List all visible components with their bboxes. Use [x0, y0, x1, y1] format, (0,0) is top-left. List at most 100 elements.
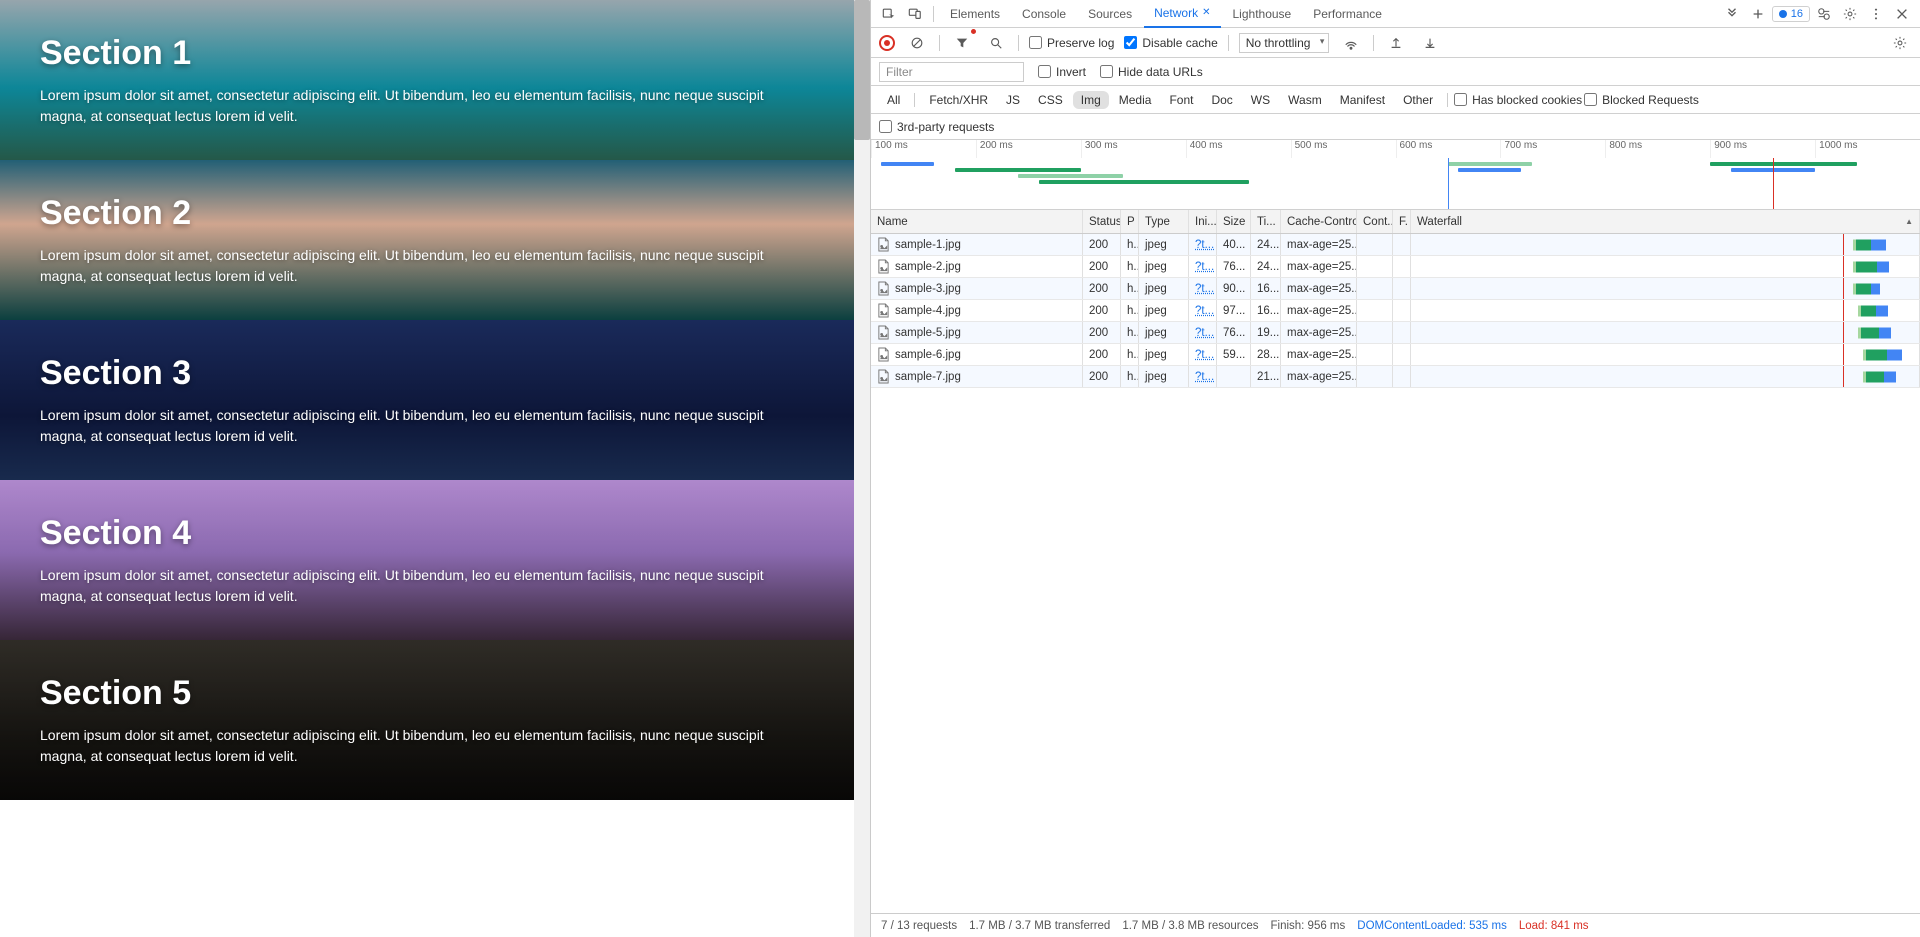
- cell-type: jpeg: [1139, 278, 1189, 299]
- table-row[interactable]: sample-7.jpg200h..jpeg?t...21...max-age=…: [871, 366, 1920, 388]
- inspect-element-icon[interactable]: [877, 2, 901, 26]
- cell-protocol: h..: [1121, 344, 1139, 365]
- table-row[interactable]: sample-5.jpg200h..jpeg?t...76...19...max…: [871, 322, 1920, 344]
- disable-cache-label: Disable cache: [1142, 36, 1217, 50]
- import-har-icon[interactable]: [1384, 31, 1408, 55]
- gear-icon[interactable]: [1838, 2, 1862, 26]
- network-conditions-icon[interactable]: [1339, 31, 1363, 55]
- col-time[interactable]: Ti...: [1251, 210, 1281, 233]
- close-devtools-icon[interactable]: [1890, 2, 1914, 26]
- type-font[interactable]: Font: [1161, 91, 1201, 109]
- type-doc[interactable]: Doc: [1203, 91, 1240, 109]
- overview-bar: [1710, 162, 1857, 166]
- type-other[interactable]: Other: [1395, 91, 1441, 109]
- table-header: Name Status P Type Ini... Size Ti... Cac…: [871, 210, 1920, 234]
- hide-data-urls-checkbox[interactable]: Hide data URLs: [1100, 65, 1203, 79]
- cell-initiator[interactable]: ?t...: [1189, 344, 1217, 365]
- col-status[interactable]: Status: [1083, 210, 1121, 233]
- blocked-requests-checkbox[interactable]: Blocked Requests: [1584, 93, 1699, 107]
- invert-input[interactable]: [1038, 65, 1051, 78]
- type-css[interactable]: CSS: [1030, 91, 1071, 109]
- cell-initiator[interactable]: ?t...: [1189, 322, 1217, 343]
- cell-f: [1393, 344, 1411, 365]
- settings-link-icon[interactable]: [1812, 2, 1836, 26]
- type-ws[interactable]: WS: [1243, 91, 1278, 109]
- type-wasm[interactable]: Wasm: [1280, 91, 1330, 109]
- clear-icon[interactable]: [905, 31, 929, 55]
- type-media[interactable]: Media: [1111, 91, 1160, 109]
- device-toolbar-icon[interactable]: [903, 2, 927, 26]
- cell-initiator[interactable]: ?t...: [1189, 278, 1217, 299]
- col-waterfall[interactable]: Waterfall▲: [1411, 210, 1920, 233]
- cell-protocol: h..: [1121, 278, 1139, 299]
- tab-lighthouse[interactable]: Lighthouse: [1223, 0, 1302, 28]
- wf-load-line: [1843, 256, 1844, 277]
- preserve-log-input[interactable]: [1029, 36, 1042, 49]
- tab-network[interactable]: Network✕: [1144, 0, 1220, 28]
- more-tabs-icon[interactable]: [1720, 2, 1744, 26]
- page-scrollbar[interactable]: [854, 0, 870, 937]
- col-protocol[interactable]: P: [1121, 210, 1139, 233]
- page-scrollbar-thumb[interactable]: [854, 0, 870, 140]
- third-party-checkbox[interactable]: 3rd-party requests: [879, 120, 994, 134]
- cell-name[interactable]: sample-7.jpg: [871, 366, 1083, 387]
- third-party-input[interactable]: [879, 120, 892, 133]
- section-body: Lorem ipsum dolor sit amet, consectetur …: [40, 245, 800, 287]
- issues-badge[interactable]: 16: [1772, 6, 1810, 22]
- timeline-overview[interactable]: 100 ms 200 ms 300 ms 400 ms 500 ms 600 m…: [871, 140, 1920, 210]
- close-icon[interactable]: ✕: [1202, 7, 1210, 18]
- tab-performance[interactable]: Performance: [1303, 0, 1392, 28]
- kebab-menu-icon[interactable]: [1864, 2, 1888, 26]
- table-row[interactable]: sample-6.jpg200h..jpeg?t...59...28...max…: [871, 344, 1920, 366]
- type-img[interactable]: Img: [1073, 91, 1109, 109]
- tab-console[interactable]: Console: [1012, 0, 1076, 28]
- type-all[interactable]: All: [879, 91, 908, 109]
- table-row[interactable]: sample-2.jpg200h..jpeg?t...76...24...max…: [871, 256, 1920, 278]
- hide-data-input[interactable]: [1100, 65, 1113, 78]
- col-type[interactable]: Type: [1139, 210, 1189, 233]
- table-row[interactable]: sample-3.jpg200h..jpeg?t...90...16...max…: [871, 278, 1920, 300]
- add-tab-icon[interactable]: [1746, 2, 1770, 26]
- network-settings-icon[interactable]: [1888, 31, 1912, 55]
- col-cache[interactable]: Cache-Control: [1281, 210, 1357, 233]
- cell-name[interactable]: sample-3.jpg: [871, 278, 1083, 299]
- cell-name[interactable]: sample-6.jpg: [871, 344, 1083, 365]
- cell-name[interactable]: sample-2.jpg: [871, 256, 1083, 277]
- cell-name[interactable]: sample-1.jpg: [871, 234, 1083, 255]
- cell-f: [1393, 256, 1411, 277]
- type-manifest[interactable]: Manifest: [1332, 91, 1393, 109]
- table-row[interactable]: sample-4.jpg200h..jpeg?t...97...16...max…: [871, 300, 1920, 322]
- type-fetch[interactable]: Fetch/XHR: [921, 91, 996, 109]
- col-size[interactable]: Size: [1217, 210, 1251, 233]
- blocked-req-input[interactable]: [1584, 93, 1597, 106]
- tab-sources[interactable]: Sources: [1078, 0, 1142, 28]
- filter-toggle-icon[interactable]: [950, 31, 974, 55]
- preserve-log-checkbox[interactable]: Preserve log: [1029, 36, 1114, 50]
- col-initiator[interactable]: Ini...: [1189, 210, 1217, 233]
- search-icon[interactable]: [984, 31, 1008, 55]
- cell-name[interactable]: sample-5.jpg: [871, 322, 1083, 343]
- cell-content: [1357, 256, 1393, 277]
- cell-initiator[interactable]: ?t...: [1189, 366, 1217, 387]
- filter-input[interactable]: [879, 62, 1024, 82]
- cell-initiator[interactable]: ?t...: [1189, 234, 1217, 255]
- blocked-cookies-checkbox[interactable]: Has blocked cookies: [1454, 93, 1582, 107]
- col-content[interactable]: Cont...: [1357, 210, 1393, 233]
- disable-cache-checkbox[interactable]: Disable cache: [1124, 36, 1217, 50]
- export-har-icon[interactable]: [1418, 31, 1442, 55]
- col-name[interactable]: Name: [871, 210, 1083, 233]
- blocked-cookies-input[interactable]: [1454, 93, 1467, 106]
- table-row[interactable]: sample-1.jpg200h..jpeg?t...40...24...max…: [871, 234, 1920, 256]
- cell-size: 90...: [1217, 278, 1251, 299]
- record-button[interactable]: [879, 35, 895, 51]
- col-f[interactable]: F.: [1393, 210, 1411, 233]
- cell-name[interactable]: sample-4.jpg: [871, 300, 1083, 321]
- tab-elements[interactable]: Elements: [940, 0, 1010, 28]
- invert-checkbox[interactable]: Invert: [1038, 65, 1086, 79]
- type-js[interactable]: JS: [998, 91, 1028, 109]
- section-body: Lorem ipsum dolor sit amet, consectetur …: [40, 725, 800, 767]
- disable-cache-input[interactable]: [1124, 36, 1137, 49]
- cell-initiator[interactable]: ?t...: [1189, 300, 1217, 321]
- throttling-select[interactable]: No throttling: [1239, 33, 1330, 53]
- cell-initiator[interactable]: ?t...: [1189, 256, 1217, 277]
